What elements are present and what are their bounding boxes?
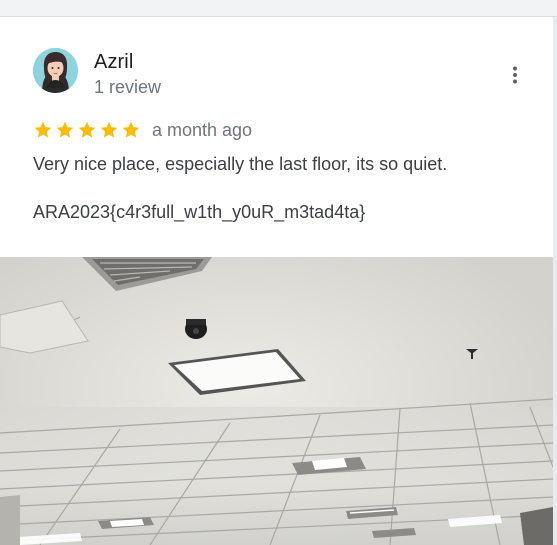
author-review-count[interactable]: 1 review	[94, 77, 161, 98]
review-photo[interactable]	[0, 257, 553, 545]
rating-row: a month ago	[33, 118, 252, 142]
avatar[interactable]	[33, 48, 78, 93]
star-icon	[78, 121, 96, 138]
review-text-line: Very nice place, especially the last flo…	[33, 154, 448, 174]
ceiling-photo	[0, 257, 553, 545]
more-options-button[interactable]	[503, 63, 527, 87]
author-name[interactable]: Azril	[94, 51, 133, 74]
review-date: a month ago	[152, 119, 253, 140]
star-icon	[100, 121, 118, 138]
more-vert-icon	[513, 66, 517, 84]
page: Azril 1 review a month ago Very nice pla…	[0, 0, 557, 545]
review-text-line: ARA2023{c4r3full_w1th_y0uR_m3tad4ta}	[33, 202, 366, 222]
scrollbar-track[interactable]	[553, 17, 557, 545]
avatar-illustration-icon	[33, 48, 78, 93]
review-card: Azril 1 review a month ago Very nice pla…	[0, 17, 553, 257]
star-icon	[34, 121, 52, 138]
top-bar	[0, 0, 557, 17]
review-text: Very nice place, especially the last flo…	[33, 153, 533, 223]
star-icon	[122, 121, 140, 138]
star-icon	[56, 121, 74, 138]
star-rating	[33, 120, 141, 140]
